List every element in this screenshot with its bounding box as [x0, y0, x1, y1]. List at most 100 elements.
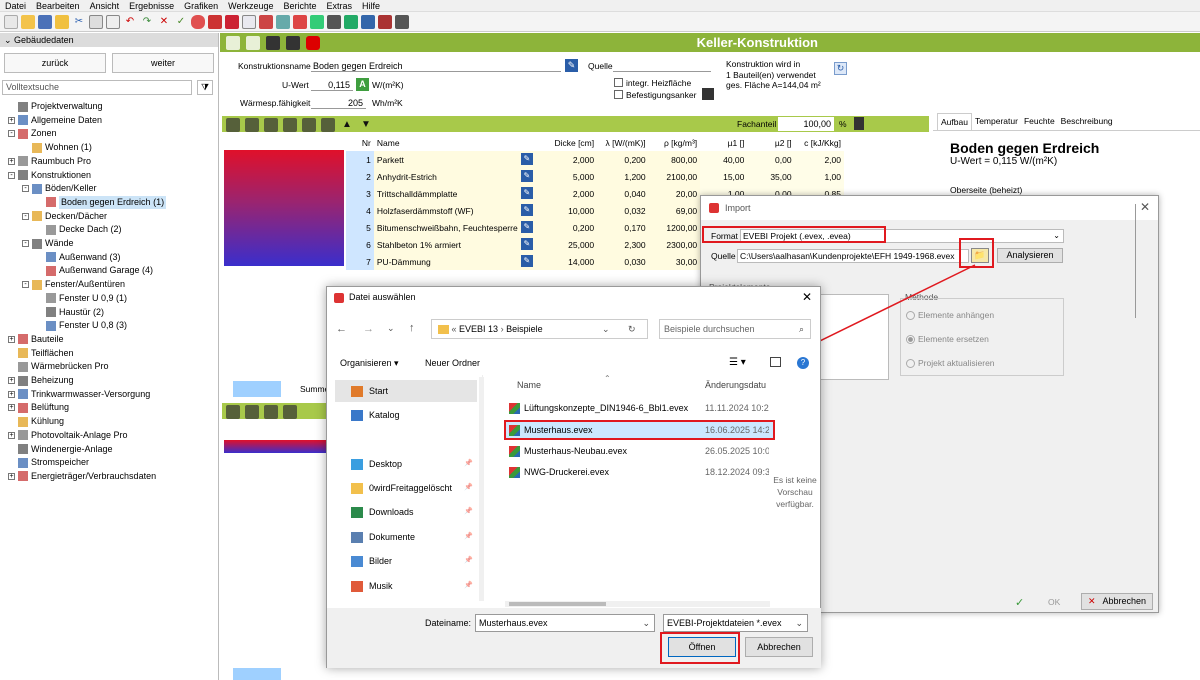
tree-item[interactable]: + Photovoltaik-Anlage Pro	[8, 429, 128, 442]
horizontal-scrollbar[interactable]	[505, 601, 770, 607]
edit-layer-icon[interactable]: ✎	[520, 255, 533, 267]
expand-toggle-icon[interactable]	[8, 418, 15, 425]
copy-icon[interactable]	[246, 36, 260, 50]
tree-item[interactable]: - Fenster/Außentüren	[22, 278, 125, 291]
expand-toggle-icon[interactable]: +	[8, 472, 15, 480]
menu-bearbeiten[interactable]: Bearbeiten	[31, 0, 85, 11]
db2-icon[interactable]	[286, 36, 300, 50]
table-cell-dicke[interactable]: 5,000	[534, 168, 598, 185]
pin-icon[interactable]: 📌	[464, 501, 473, 523]
paste-icon[interactable]	[106, 14, 120, 29]
chevron-down-icon[interactable]: ⌄	[602, 320, 610, 338]
fachanteil-input[interactable]: 100,00	[778, 117, 834, 131]
check-icon[interactable]: ✓	[174, 15, 188, 29]
table-cell-rho[interactable]: 800,00	[648, 151, 701, 168]
quick-access-item[interactable]: Katalog	[335, 404, 477, 426]
expand-toggle-icon[interactable]	[36, 199, 43, 206]
table-cell-c[interactable]: 1,00	[794, 168, 844, 185]
tree-item[interactable]: Außenwand Garage (4)	[36, 264, 153, 277]
table-cell-name[interactable]: Stahlbeton 1% armiert ✎	[373, 236, 535, 253]
address-bar[interactable]: « EVEBI 13 › Beispiele ⌄ ↻	[431, 319, 648, 339]
energy-icon[interactable]	[310, 14, 324, 29]
quick-access-item[interactable]: Start	[335, 380, 477, 402]
expand-toggle-icon[interactable]	[36, 309, 43, 316]
layer-move-icon[interactable]	[283, 118, 297, 132]
layer-paste-icon[interactable]	[321, 118, 335, 132]
edit-layer-icon[interactable]: ✎	[520, 187, 533, 199]
next-button[interactable]: weiter	[112, 53, 214, 73]
expand-toggle-icon[interactable]	[22, 144, 29, 151]
table-cell-name[interactable]: Parkett ✎	[373, 151, 535, 168]
tree-item[interactable]: + Allgemeine Daten	[8, 114, 102, 127]
settings-icon[interactable]	[327, 14, 341, 29]
table-cell-lambda[interactable]: 0,040	[597, 185, 649, 202]
tab-temperatur[interactable]: Temperatur	[972, 113, 1021, 130]
heizflaeche-checkbox[interactable]	[614, 78, 623, 87]
tree-item[interactable]: Fenster U 0,8 (3)	[36, 319, 127, 332]
menu-extras[interactable]: Extras	[322, 0, 358, 11]
tab-beschreibung[interactable]: Beschreibung	[1058, 113, 1116, 130]
file-row[interactable]: Musterhaus-Neubau.evex 26.05.2025 10:0	[505, 442, 773, 460]
green-icon[interactable]	[344, 14, 358, 29]
add-icon[interactable]	[264, 405, 278, 419]
konstruktionsname-input[interactable]: Boden gegen Erdreich	[311, 60, 561, 72]
table-cell-rho[interactable]: 1200,00	[648, 219, 701, 236]
filter-icon[interactable]: ⧩	[197, 80, 213, 95]
expand-toggle-icon[interactable]: -	[22, 240, 29, 247]
quick-access-item[interactable]: Dokumente 📌	[335, 526, 477, 548]
path-segment-beispiele[interactable]: Beispiele	[506, 324, 543, 334]
column-header[interactable]: c [kJ/Kkg]	[795, 134, 844, 151]
delete-icon[interactable]: ✕	[157, 15, 171, 29]
tree-item[interactable]: Stromspeicher	[8, 456, 89, 469]
undo-icon[interactable]: ↶	[123, 15, 137, 29]
table-cell-mu1[interactable]: 40,00	[700, 151, 748, 168]
file-row[interactable]: Lüftungskonzepte_DIN1946-6_Bbl1.evex 11.1…	[505, 399, 773, 417]
column-header[interactable]: Name	[374, 134, 535, 151]
expand-toggle-icon[interactable]	[8, 350, 15, 357]
tree-item[interactable]: Außenwand (3)	[36, 251, 121, 264]
calc-icon[interactable]	[242, 14, 256, 29]
edit-layer-icon[interactable]: ✎	[520, 238, 533, 250]
cut-icon[interactable]: ✂	[72, 15, 86, 29]
quick-access-item[interactable]: Desktop 📌	[335, 453, 477, 475]
column-header[interactable]: Dicke [cm]	[535, 134, 597, 151]
calculator-icon[interactable]	[395, 14, 409, 29]
db-icon[interactable]	[245, 405, 259, 419]
expand-toggle-icon[interactable]	[8, 103, 15, 110]
expand-toggle-icon[interactable]: +	[8, 431, 15, 439]
import-cancel-button[interactable]: ✕ Abbrechen	[1081, 593, 1153, 610]
anchor-icon[interactable]	[702, 88, 714, 100]
pin-icon[interactable]: 📌	[464, 550, 473, 572]
expand-toggle-icon[interactable]	[36, 295, 43, 302]
layer-down-icon[interactable]: ▼	[359, 118, 373, 132]
menu-ansicht[interactable]: Ansicht	[85, 0, 125, 11]
expand-toggle-icon[interactable]: -	[22, 281, 29, 289]
copy-icon[interactable]	[89, 14, 103, 29]
pin-icon[interactable]: 📌	[464, 453, 473, 475]
table-cell-name[interactable]: Trittschalldämmplatte ✎	[373, 185, 535, 202]
tab-feuchte[interactable]: Feuchte	[1021, 113, 1058, 130]
table-cell-lambda[interactable]: 0,200	[597, 151, 649, 168]
help-icon[interactable]: ?	[797, 357, 809, 369]
tab-aufbau[interactable]: Aufbau	[937, 113, 972, 130]
save-icon[interactable]	[38, 14, 52, 29]
table-cell-lambda[interactable]: 2,300	[597, 236, 649, 253]
menu-grafiken[interactable]: Grafiken	[179, 0, 223, 11]
new-icon[interactable]	[4, 14, 18, 29]
layer-add-icon[interactable]	[264, 118, 278, 132]
file-cancel-button[interactable]: Abbrechen	[745, 637, 813, 657]
folder-icon[interactable]	[55, 14, 69, 29]
organize-button[interactable]: Organisieren ▾	[340, 358, 399, 369]
table-cell-mu2[interactable]: 0,00	[747, 151, 795, 168]
quick-access-item[interactable]: Bilder 📌	[335, 550, 477, 572]
alert-icon[interactable]	[293, 14, 307, 29]
expand-toggle-icon[interactable]: +	[8, 116, 15, 124]
menu-werkzeuge[interactable]: Werkzeuge	[223, 0, 278, 11]
quick-access-item[interactable]: Musik 📌	[335, 575, 477, 597]
quelle-path-input[interactable]: C:\Users\aalhasan\Kundenprojekte\EFH 194…	[737, 249, 969, 263]
tree-item[interactable]: Teilflächen	[8, 347, 74, 360]
expand-toggle-icon[interactable]	[8, 459, 15, 466]
table-cell-mu1[interactable]: 15,00	[700, 168, 748, 185]
table-cell-name[interactable]: Anhydrit-Estrich ✎	[373, 168, 535, 185]
db-icon[interactable]	[266, 36, 280, 50]
